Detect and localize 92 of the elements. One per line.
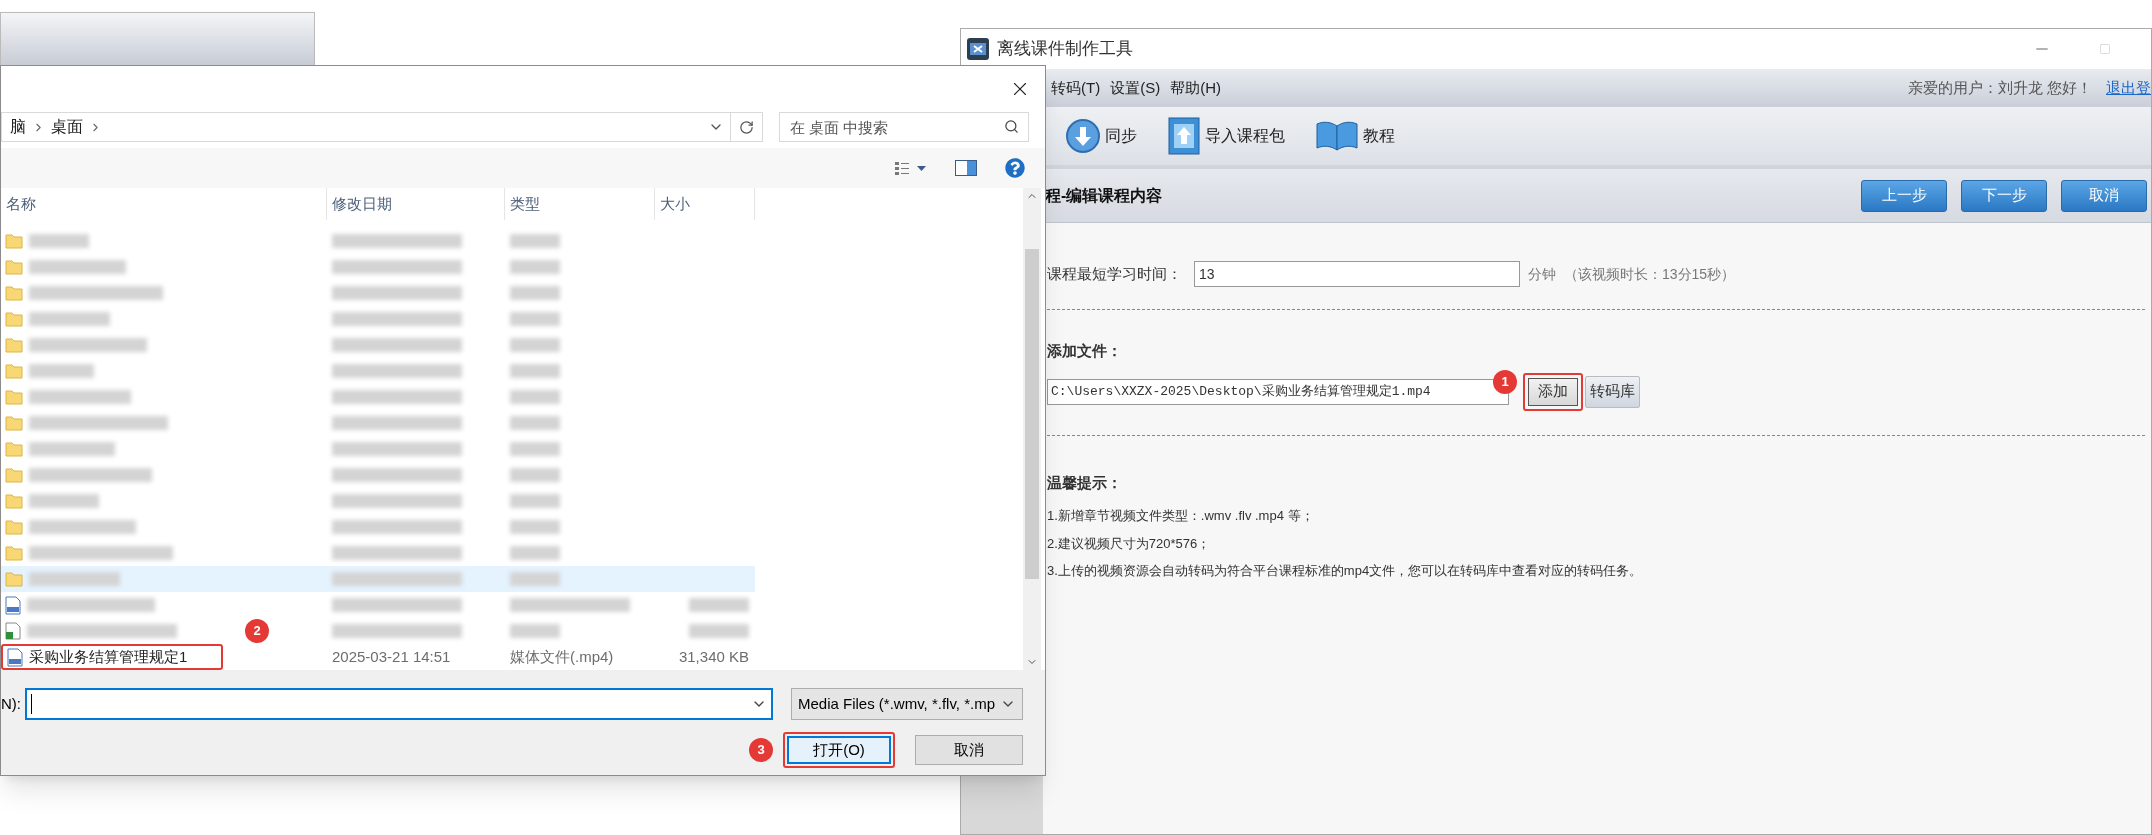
window-title: 离线课件制作工具 <box>997 38 1133 61</box>
scrollbar[interactable] <box>1023 188 1041 670</box>
folder-icon <box>5 389 23 405</box>
folder-icon <box>5 467 23 483</box>
folder-icon <box>5 441 23 457</box>
step-number-badge: 3 <box>749 738 773 762</box>
file-name: 采购业务结算管理规定1 <box>29 646 188 667</box>
download-circle-icon <box>1065 118 1101 154</box>
min-time-unit: 分钟 <box>1528 264 1556 284</box>
folder-icon <box>5 545 23 561</box>
blurred-text <box>510 442 560 456</box>
blurred-text <box>689 598 749 612</box>
menu-item[interactable]: 设置(S) <box>1110 76 1161 100</box>
breadcrumb-item[interactable]: 桌面 <box>45 115 89 139</box>
blurred-text <box>510 546 560 560</box>
blurred-text <box>510 312 560 326</box>
app-logo-icon <box>967 38 989 60</box>
file-row[interactable]: 采购业务结算管理规定1 2025-03-21 14:51 媒体文件(.mp4) 31,340 KB <box>1 644 755 670</box>
blurred-text <box>510 260 560 274</box>
step-number-badge: 2 <box>245 619 269 643</box>
open-button[interactable]: 打开(O) <box>787 736 891 764</box>
folder-icon <box>5 363 23 379</box>
tip-text: 1.新增章节视频文件类型：.wmv .flv .mp4 等； <box>1047 507 1315 525</box>
add-file-label: 添加文件： <box>1047 341 1123 361</box>
toolbar-button[interactable]: 教程 <box>1315 120 1395 152</box>
search-icon <box>1004 119 1019 134</box>
folder-icon <box>5 285 23 301</box>
folder-icon <box>5 519 23 535</box>
open-book-icon <box>1315 120 1359 152</box>
file-row[interactable]: 2 <box>1 618 755 644</box>
upload-book-icon <box>1167 116 1201 156</box>
blurred-text <box>510 468 560 482</box>
duration-note: （该视频时长：13分15秒） <box>1564 264 1736 284</box>
file-type: 媒体文件(.mp4) <box>510 647 614 665</box>
video-file-icon <box>7 647 23 667</box>
preview-pane-icon[interactable] <box>955 160 977 176</box>
blurred-text <box>29 234 89 248</box>
menu-item[interactable]: 转码(T) <box>1051 76 1101 100</box>
logout-link[interactable]: 退出登 <box>2106 76 2151 100</box>
folder-icon <box>5 259 23 275</box>
maximize-icon[interactable] <box>2099 43 2111 55</box>
step-number-badge: 1 <box>1493 369 1517 394</box>
breadcrumb-item[interactable]: 脑 <box>4 115 32 139</box>
file-name-field[interactable] <box>25 688 773 720</box>
folder-icon <box>5 415 23 431</box>
file-size: 31,340 KB <box>678 646 749 667</box>
blurred-text <box>510 390 560 404</box>
blurred-text <box>689 624 749 638</box>
cancel-button[interactable]: 取消 <box>915 735 1023 765</box>
min-time-label: 课程最短学习时间： <box>1047 263 1182 284</box>
transcode-library-button[interactable]: 转码库 <box>1585 375 1640 408</box>
min-time-field[interactable]: 13 <box>1194 261 1520 287</box>
blurred-text <box>510 520 560 534</box>
column-header[interactable]: 名称 <box>1 188 327 220</box>
file-date: 2025-03-21 14:51 <box>332 647 451 665</box>
file-row[interactable] <box>1 566 755 592</box>
tip-text: 2.建议视频尺寸为720*576； <box>1047 534 1212 553</box>
step-title: 程-编辑课程内容 <box>1045 185 1163 206</box>
blurred-text <box>510 338 560 352</box>
tips-title: 温馨提示： <box>1047 472 1123 493</box>
folder-icon <box>5 311 23 327</box>
blurred-text <box>510 572 560 586</box>
search-field[interactable]: 在 桌面 中搜索 <box>779 112 1029 142</box>
address-bar[interactable]: 脑 桌面 <box>1 112 763 142</box>
blurred-text <box>510 416 560 430</box>
folder-icon <box>5 571 23 587</box>
column-header[interactable]: 大小 <box>655 188 755 220</box>
folder-icon <box>5 493 23 509</box>
blurred-text <box>510 624 560 638</box>
tip-text: 3.上传的视频资源会自动转码为符合平台课程标准的mp4文件，您可以在转码库中查看对应的转码任务。 <box>1047 562 1644 580</box>
help-icon[interactable] <box>1005 158 1025 178</box>
shortcut-icon <box>5 622 21 640</box>
view-options-icon[interactable] <box>895 161 927 175</box>
menu-item[interactable]: 帮助(H) <box>1170 76 1221 100</box>
column-header[interactable]: 类型 <box>505 188 655 220</box>
blurred-text <box>510 234 560 248</box>
blurred-text <box>29 364 94 378</box>
blurred-text <box>510 494 560 508</box>
column-header[interactable]: 修改日期 <box>327 188 505 220</box>
file-type-select[interactable]: Media Files (*.wmv, *.flv, *.mp <box>791 688 1023 720</box>
user-greeting: 亲爱的用户：刘升龙 您好！ <box>1907 77 2092 98</box>
folder-icon <box>5 233 23 249</box>
add-button[interactable]: 添加 <box>1528 377 1578 406</box>
toolbar-button[interactable]: 同步 <box>1065 118 1137 154</box>
file-name-label: N): <box>1 693 21 714</box>
blurred-text <box>510 364 560 378</box>
folder-icon <box>5 337 23 353</box>
blurred-text <box>510 286 560 300</box>
blurred-text <box>29 494 99 508</box>
video-file-icon <box>5 595 21 615</box>
refresh-icon[interactable] <box>739 119 754 135</box>
toolbar-button[interactable]: 导入课程包 <box>1167 116 1285 156</box>
